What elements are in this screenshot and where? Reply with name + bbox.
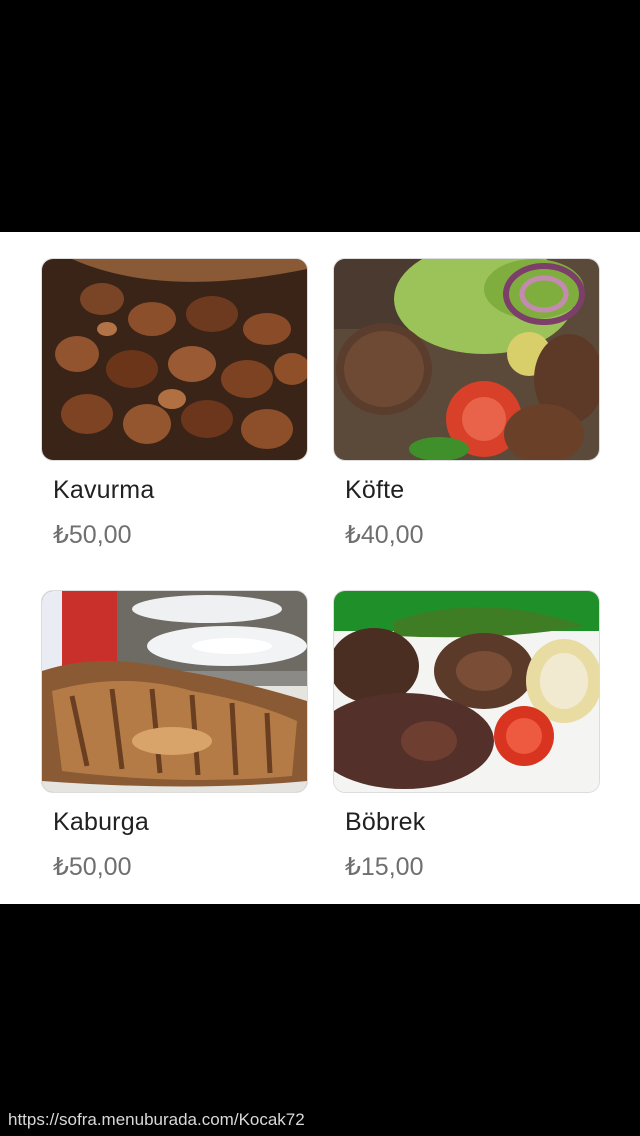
menu-item-name: Köfte: [345, 476, 405, 504]
menu-item-price: ₺50,00: [53, 521, 132, 549]
kaburga-photo[interactable]: [41, 590, 308, 793]
bottom-black-area: https://sofra.menuburada.com/Kocak72: [0, 904, 640, 1136]
menu-panel: Kavurma ₺50,00 Köfte ₺40,00 Kaburga ₺50,…: [0, 232, 640, 904]
menu-item-name: Böbrek: [345, 808, 426, 836]
menu-item-card-kavurma[interactable]: Kavurma ₺50,00: [41, 258, 308, 549]
bobrek-photo[interactable]: [333, 590, 600, 793]
menu-item-price: ₺40,00: [345, 521, 424, 549]
menu-item-card-kofte[interactable]: Köfte ₺40,00: [333, 258, 600, 549]
menu-item-card-bobrek[interactable]: Böbrek ₺15,00: [333, 590, 600, 881]
menu-item-price: ₺50,00: [53, 853, 132, 881]
menu-item-name: Kavurma: [53, 476, 155, 504]
menu-item-name: Kaburga: [53, 808, 149, 836]
menu-item-card-kaburga[interactable]: Kaburga ₺50,00: [41, 590, 308, 881]
menu-item-price: ₺15,00: [345, 853, 424, 881]
kofte-photo[interactable]: [333, 258, 600, 461]
top-black-area: [0, 0, 640, 232]
kavurma-photo[interactable]: [41, 258, 308, 461]
footer-url[interactable]: https://sofra.menuburada.com/Kocak72: [8, 1110, 305, 1130]
